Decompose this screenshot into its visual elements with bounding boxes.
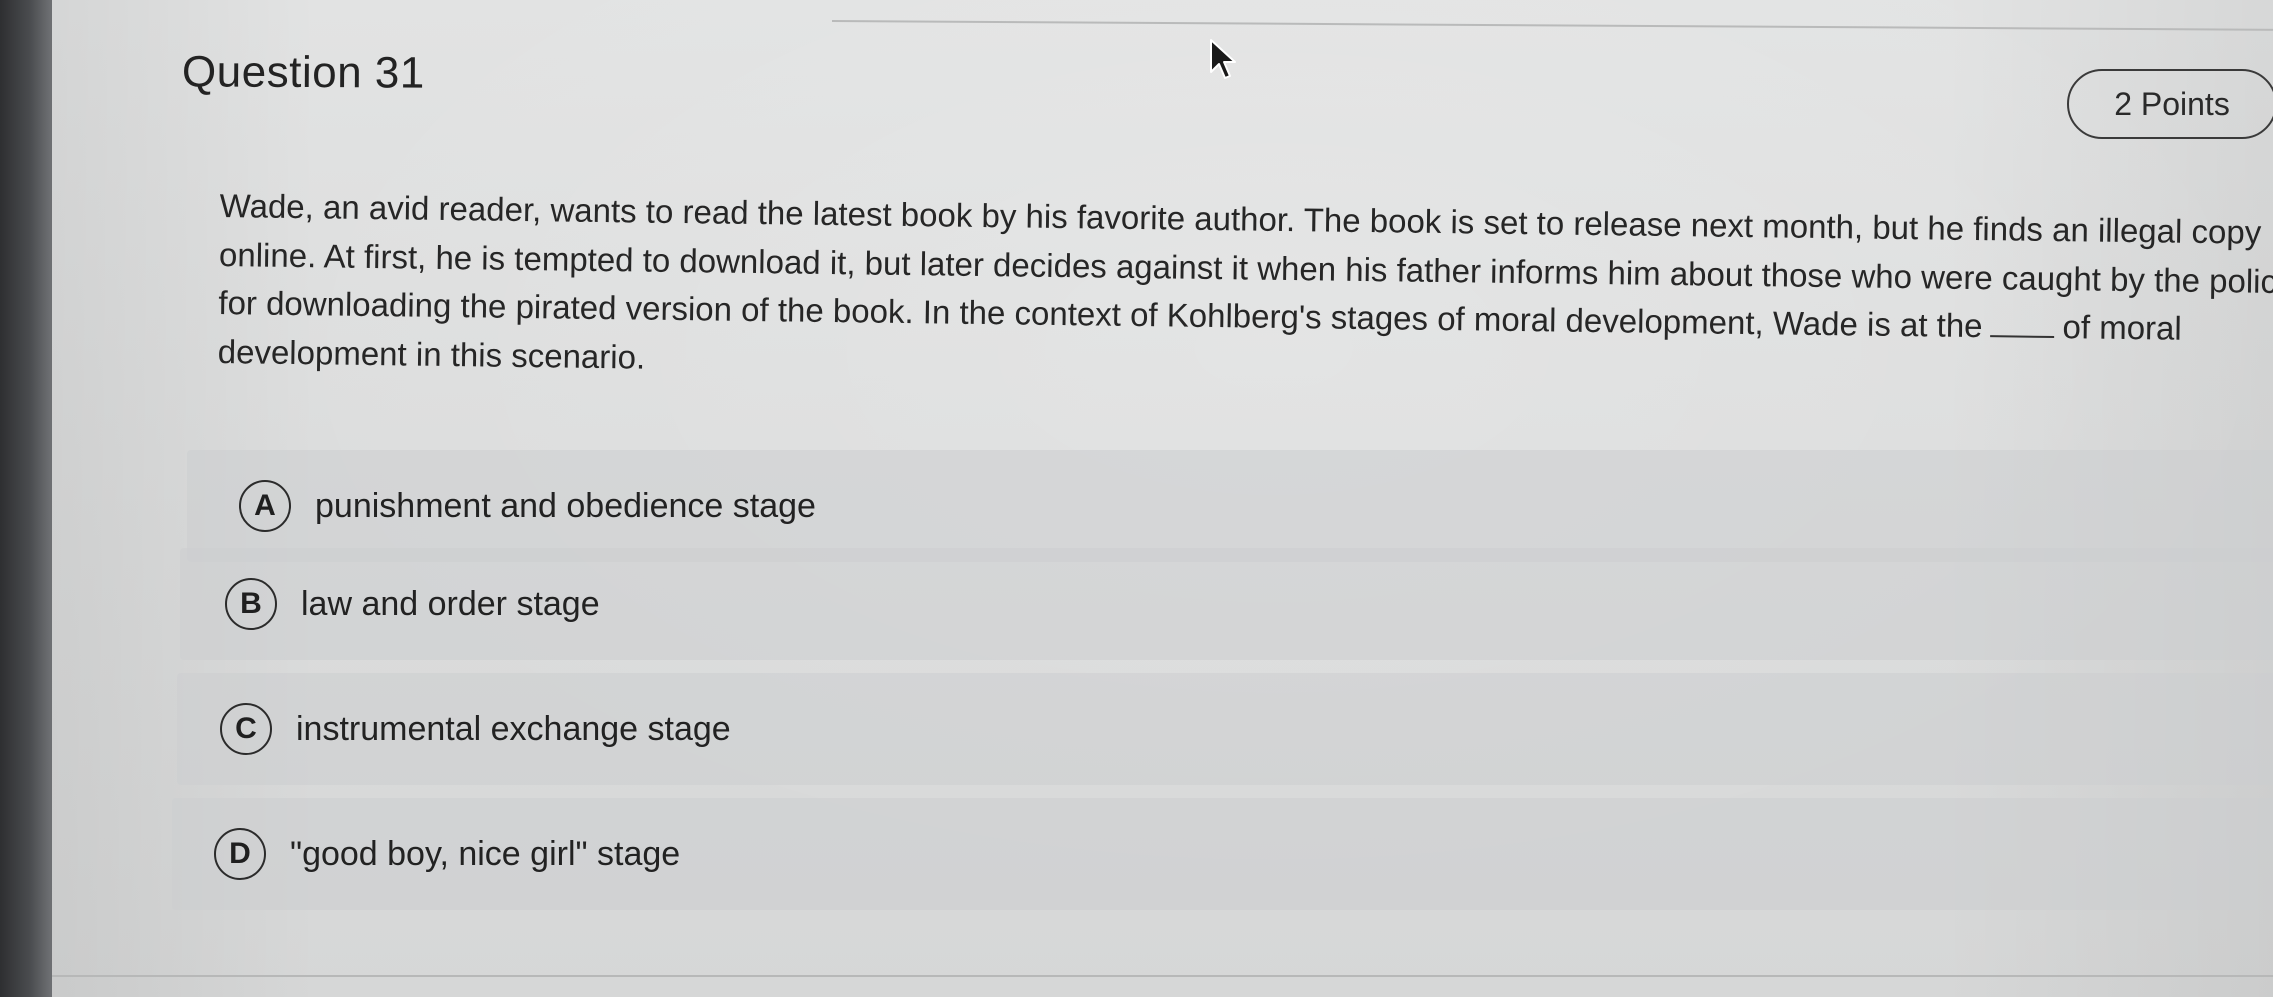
quiz-screen: Question 31 2 Points Wade, an avid reade… — [52, 0, 2273, 997]
option-text-c: instrumental exchange stage — [296, 709, 731, 748]
option-letter-c: C — [220, 703, 272, 755]
option-letter-d: D — [214, 828, 266, 880]
fill-in-blank — [1990, 309, 2055, 339]
mouse-pointer-icon — [1210, 39, 1236, 79]
question-prompt: Wade, an avid reader, wants to read the … — [217, 182, 2273, 403]
answer-option-b[interactable]: B law and order stage — [180, 548, 2273, 660]
option-text-b: law and order stage — [301, 584, 600, 623]
option-text-a: punishment and obedience stage — [315, 486, 816, 525]
bottom-divider — [52, 975, 2273, 977]
answer-option-c[interactable]: C instrumental exchange stage — [177, 673, 2273, 785]
question-text-part1: Wade, an avid reader, wants to read the … — [218, 186, 2273, 345]
top-divider — [831, 20, 2273, 31]
option-letter-a: A — [239, 480, 291, 532]
points-badge: 2 Points — [2067, 69, 2273, 139]
option-letter-b: B — [225, 578, 277, 630]
question-title: Question 31 — [181, 47, 425, 98]
answer-option-d[interactable]: D "good boy, nice girl" stage — [172, 798, 2273, 910]
option-text-d: "good boy, nice girl" stage — [290, 834, 681, 873]
monitor-bezel — [0, 0, 55, 997]
answer-option-a[interactable]: A punishment and obedience stage — [187, 450, 2273, 562]
